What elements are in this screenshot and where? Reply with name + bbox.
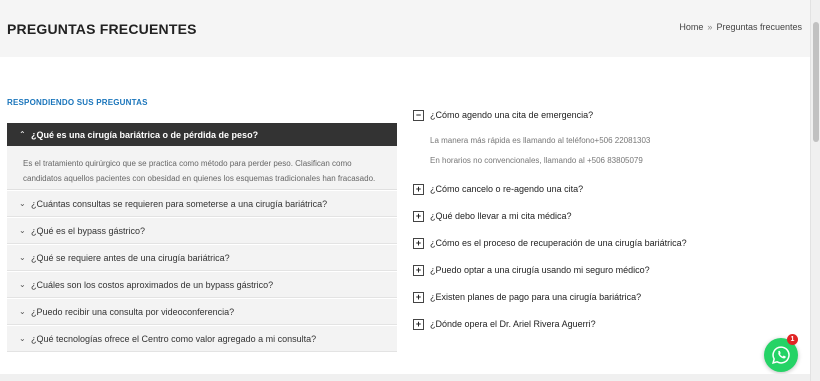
faq-item[interactable]: ⌄ ¿Cuáles son los costos aproximados de … [7, 272, 397, 298]
faq-question: ¿Dónde opera el Dr. Ariel Rivera Aguerri… [430, 319, 596, 329]
faq-item[interactable]: ⌄ ¿Qué tecnologías ofrece el Centro como… [7, 326, 397, 352]
faq-question: ¿Qué es una cirugía bariátrica o de pérd… [31, 129, 259, 140]
faq-question: ¿Cómo cancelo o re-agendo una cita? [430, 184, 584, 194]
whatsapp-icon [772, 346, 790, 364]
faq-answer: La manera más rápida es llamando al telé… [413, 122, 803, 178]
breadcrumb-current: Preguntas frecuentes [716, 22, 802, 32]
breadcrumb-home-link[interactable]: Home [679, 22, 703, 32]
faq-question: ¿Cómo es el proceso de recuperación de u… [430, 238, 687, 248]
faq-item[interactable]: ⌄ ¿Cuántas consultas se requieren para s… [7, 191, 397, 217]
plus-box-icon: + [413, 291, 424, 303]
scrollbar[interactable] [810, 0, 820, 381]
chevron-down-icon: ⌄ [19, 226, 26, 235]
faq-item[interactable]: + ¿Dónde opera el Dr. Ariel Rivera Aguer… [413, 317, 803, 331]
faq-item[interactable]: ⌄ ¿Qué es el bypass gástrico? [7, 218, 397, 244]
right-faq-accordion: − ¿Cómo agendo una cita de emergencia? L… [413, 108, 803, 331]
faq-item-open-header[interactable]: ⌃ ¿Qué es una cirugía bariátrica o de pé… [7, 123, 397, 146]
faq-question: ¿Qué es el bypass gástrico? [31, 225, 146, 236]
section-label: RESPONDIENDO SUS PREGUNTAS [7, 98, 148, 107]
faq-question: ¿Existen planes de pago para una cirugía… [430, 292, 642, 302]
breadcrumb: Home » Preguntas frecuentes [679, 22, 802, 32]
faq-answer-line: La manera más rápida es llamando al telé… [430, 136, 651, 145]
chevron-down-icon: ⌄ [19, 199, 26, 208]
page-title-bar: PREGUNTAS FRECUENTES Home » Preguntas frec… [0, 0, 810, 57]
faq-answer-line: En horarios no convencionales, llamando … [430, 156, 643, 165]
faq-question: ¿Qué tecnologías ofrece el Centro como v… [31, 333, 317, 344]
plus-box-icon: + [413, 264, 424, 276]
scrollbar-thumb[interactable] [813, 22, 819, 142]
faq-question: ¿Qué se requiere antes de una cirugía ba… [31, 252, 230, 263]
chevron-down-icon: ⌄ [19, 253, 26, 262]
chevron-down-icon: ⌄ [19, 307, 26, 316]
faq-question: ¿Cuáles son los costos aproximados de un… [31, 279, 274, 290]
notification-badge: 1 [787, 334, 798, 345]
breadcrumb-separator: » [707, 22, 713, 32]
faq-item[interactable]: + ¿Puedo optar a una cirugía usando mi s… [413, 263, 803, 277]
faq-item[interactable]: ⌄ ¿Puedo recibir una consulta por videoc… [7, 299, 397, 325]
faq-item[interactable]: + ¿Cómo es el proceso de recuperación de… [413, 236, 803, 250]
faq-item[interactable]: + ¿Existen planes de pago para una cirug… [413, 290, 803, 304]
page-title: PREGUNTAS FRECUENTES [7, 21, 197, 37]
faq-item-open-header[interactable]: − ¿Cómo agendo una cita de emergencia? [413, 108, 803, 122]
faq-item[interactable]: ⌄ ¿Qué se requiere antes de una cirugía … [7, 245, 397, 271]
faq-question: ¿Qué debo llevar a mi cita médica? [430, 211, 572, 221]
page-bottom-strip [0, 374, 810, 381]
faq-question: ¿Puedo optar a una cirugía usando mi seg… [430, 265, 650, 275]
faq-item[interactable]: + ¿Cómo cancelo o re-agendo una cita? [413, 182, 803, 196]
faq-question: ¿Cómo agendo una cita de emergencia? [430, 110, 594, 120]
plus-box-icon: + [413, 237, 424, 249]
plus-box-icon: + [413, 183, 424, 195]
faq-question: ¿Puedo recibir una consulta por videocon… [31, 306, 235, 317]
left-faq-accordion: ⌃ ¿Qué es una cirugía bariátrica o de pé… [7, 123, 397, 353]
chevron-up-icon: ⌃ [19, 130, 26, 139]
faq-answer: Es el tratamiento quirúrgico que se prac… [7, 146, 397, 190]
chevron-down-icon: ⌄ [19, 280, 26, 289]
faq-question: ¿Cuántas consultas se requieren para som… [31, 198, 328, 209]
minus-box-icon: − [413, 109, 424, 121]
chevron-down-icon: ⌄ [19, 334, 26, 343]
plus-box-icon: + [413, 318, 424, 330]
faq-item[interactable]: + ¿Qué debo llevar a mi cita médica? [413, 209, 803, 223]
plus-box-icon: + [413, 210, 424, 222]
